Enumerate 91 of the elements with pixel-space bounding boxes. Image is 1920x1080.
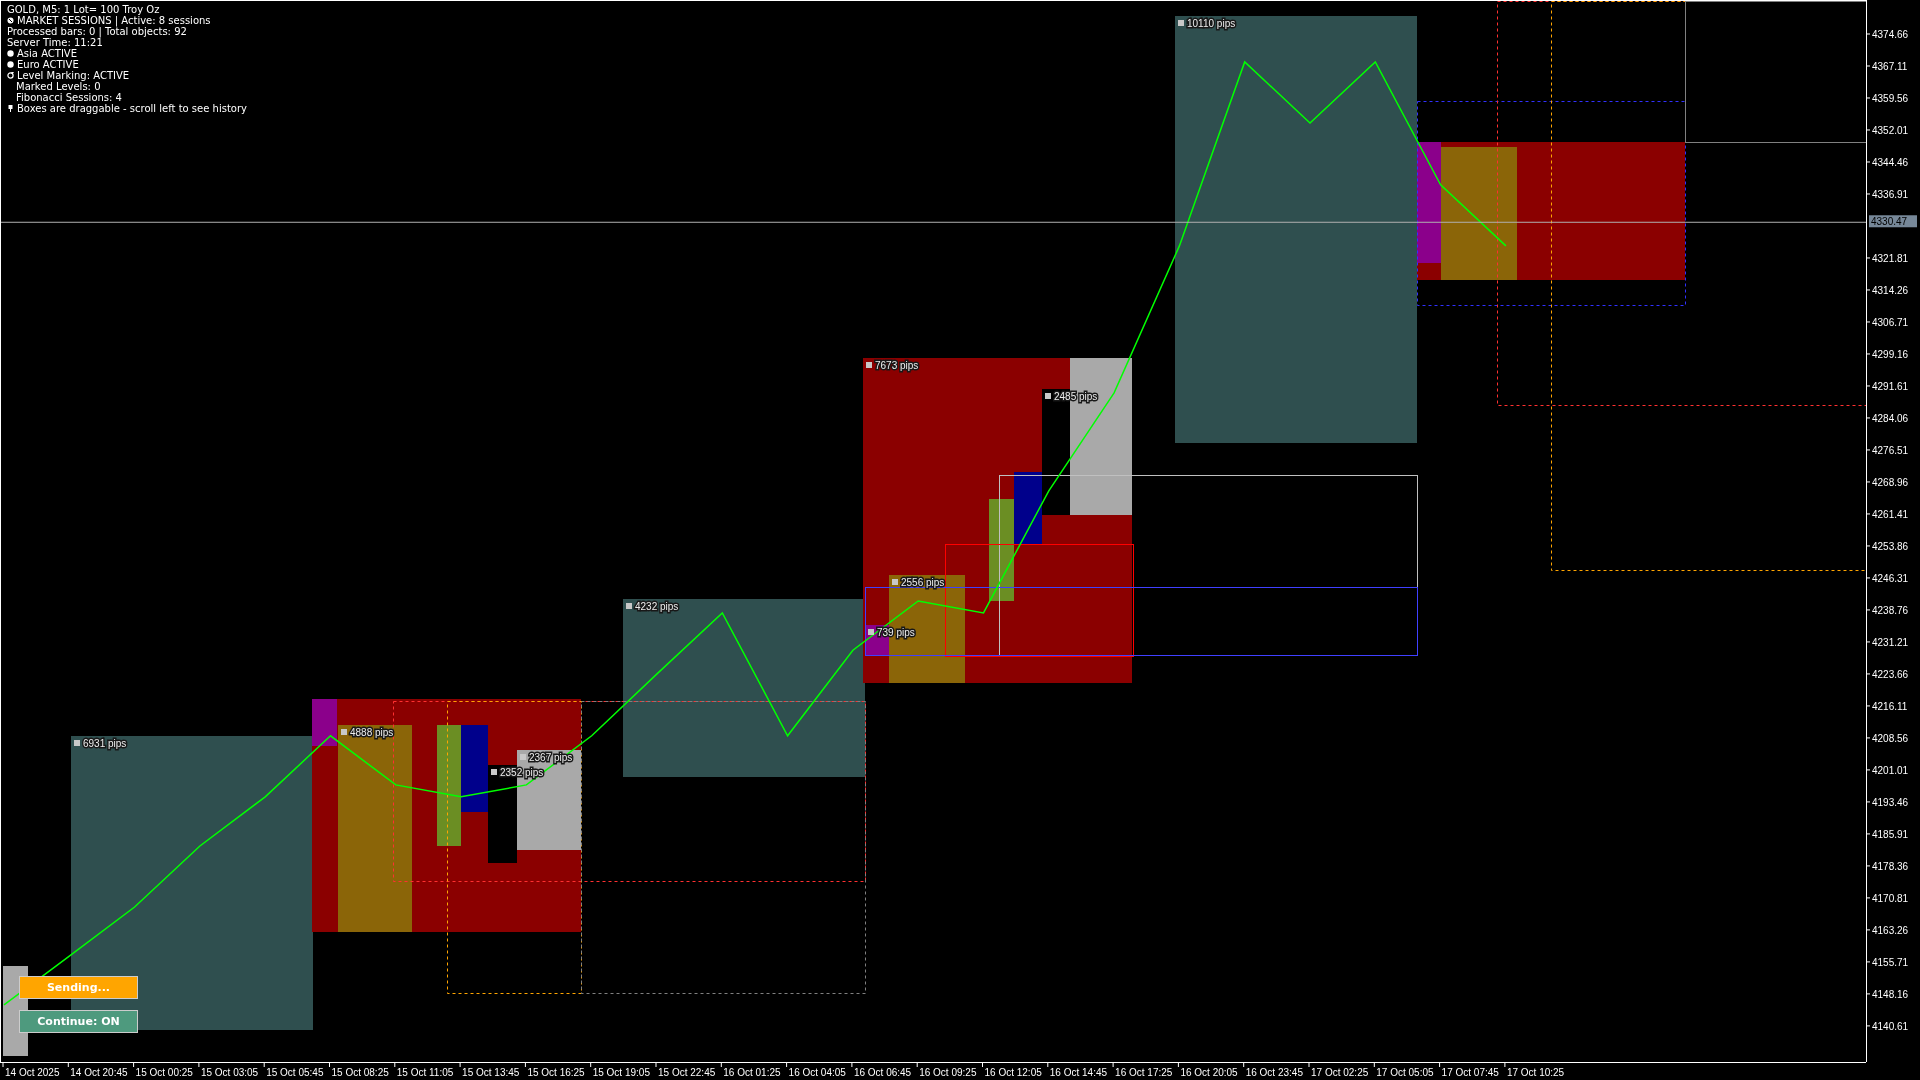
target-icon xyxy=(7,72,14,79)
x-tick-label: 16 Oct 20:05 xyxy=(1180,1067,1238,1078)
y-tick-label: 4268.96 xyxy=(1872,476,1909,488)
pips-label: 7673 pips xyxy=(875,360,919,371)
x-tick-label: 15 Oct 22:45 xyxy=(658,1067,716,1078)
x-tick-label: 15 Oct 05:45 xyxy=(266,1067,324,1078)
y-tick-label: 4321.81 xyxy=(1872,252,1909,264)
x-tick-label: 16 Oct 04:05 xyxy=(788,1067,846,1078)
session-icon xyxy=(7,17,14,24)
y-tick-label: 4208.56 xyxy=(1872,732,1909,744)
handle-icon[interactable] xyxy=(1045,393,1051,399)
y-tick-label: 4291.61 xyxy=(1872,380,1909,392)
handle-icon[interactable] xyxy=(520,754,526,760)
info-text: Asia ACTIVE xyxy=(17,48,77,59)
pips-label: 4888 pips xyxy=(350,727,394,738)
info-text: Boxes are draggable - scroll left to see history xyxy=(17,103,247,114)
y-tick-label: 4246.31 xyxy=(1872,572,1909,584)
handle-icon[interactable] xyxy=(626,603,632,609)
handle-icon[interactable] xyxy=(491,769,497,775)
y-tick-label: 4163.26 xyxy=(1872,924,1909,936)
y-tick-label: 4185.91 xyxy=(1872,828,1909,840)
pin-icon xyxy=(7,105,14,112)
x-tick-label: 15 Oct 03:05 xyxy=(200,1067,259,1078)
pips-label: 6931 pips xyxy=(83,738,127,749)
info-text: Euro ACTIVE xyxy=(17,59,79,70)
x-tick-label: 16 Oct 12:05 xyxy=(984,1067,1042,1078)
y-tick-label: 4238.76 xyxy=(1872,604,1909,616)
handle-icon[interactable] xyxy=(868,629,874,635)
x-tick-label: 17 Oct 07:45 xyxy=(1441,1067,1499,1078)
y-tick-label: 4352.01 xyxy=(1872,125,1909,136)
x-tick-label: 15 Oct 19:05 xyxy=(592,1067,650,1078)
y-tick-label: 4223.66 xyxy=(1872,668,1909,680)
info-text: MARKET SESSIONS | Active: 8 sessions xyxy=(17,15,211,26)
y-tick-label: 4178.36 xyxy=(1872,860,1909,872)
x-tick-label: 15 Oct 16:25 xyxy=(527,1067,585,1078)
x-tick-label: 16 Oct 17:25 xyxy=(1115,1067,1173,1078)
y-tick-label: 4336.91 xyxy=(1872,188,1909,200)
bullet-icon xyxy=(7,50,14,57)
x-tick-label: 17 Oct 10:25 xyxy=(1506,1067,1565,1078)
y-tick-label: 4306.71 xyxy=(1872,316,1909,328)
y-tick-label: 4253.86 xyxy=(1872,540,1909,552)
session-box[interactable] xyxy=(1014,472,1042,545)
x-tick-label: 15 Oct 11:05 xyxy=(396,1067,454,1078)
x-tick-label: 15 Oct 08:25 xyxy=(331,1067,389,1078)
info-text: Level Marking: ACTIVE xyxy=(17,70,130,81)
info-text: Fibonacci Sessions: 4 xyxy=(16,92,122,103)
x-tick-label: 16 Oct 01:25 xyxy=(723,1067,781,1078)
current-price-label: 4330.47 xyxy=(1869,215,1917,228)
x-tick-label: 15 Oct 13:45 xyxy=(462,1067,520,1078)
y-tick-label: 4170.81 xyxy=(1872,892,1909,904)
y-tick-label: 4359.56 xyxy=(1872,93,1909,104)
bullet-icon xyxy=(7,61,14,68)
x-tick-label: 16 Oct 09:25 xyxy=(919,1067,977,1078)
y-tick-label: 4284.06 xyxy=(1872,412,1909,424)
ref-line-label: 4330.47 xyxy=(1871,216,1908,228)
handle-icon[interactable] xyxy=(1178,20,1184,26)
info-text: GOLD, M5: 1 Lot= 100 Troy Oz xyxy=(7,4,160,15)
status-button[interactable]: Sending... xyxy=(19,976,138,999)
y-tick-label: 4261.41 xyxy=(1872,508,1909,520)
y-tick-label: 4367.11 xyxy=(1872,61,1908,72)
y-tick-label: 4155.71 xyxy=(1872,956,1909,968)
info-text: Marked Levels: 0 xyxy=(16,81,101,92)
x-tick-label: 15 Oct 00:25 xyxy=(135,1067,193,1078)
y-tick-label: 4201.01 xyxy=(1872,764,1909,776)
info-text: Processed bars: 0 | Total objects: 92 xyxy=(7,26,187,37)
pips-label: 4232 pips xyxy=(635,601,679,612)
y-tick-label: 4299.16 xyxy=(1872,348,1909,360)
y-tick-label: 4148.16 xyxy=(1872,988,1909,1000)
y-tick-label: 4193.46 xyxy=(1872,796,1909,808)
y-tick-label: 4314.26 xyxy=(1872,284,1909,296)
y-tick-label: 4344.46 xyxy=(1872,157,1909,168)
y-tick-label: 4276.51 xyxy=(1872,444,1909,456)
x-tick-label: 17 Oct 02:25 xyxy=(1311,1067,1369,1078)
x-tick-label: 17 Oct 05:05 xyxy=(1376,1067,1434,1078)
y-tick-label: 4231.21 xyxy=(1872,636,1909,648)
toggle-button[interactable]: Continue: ON xyxy=(19,1010,138,1033)
y-tick-label: 4374.66 xyxy=(1872,29,1909,40)
handle-icon[interactable] xyxy=(892,579,898,585)
y-tick-label: 4216.11 xyxy=(1872,700,1908,712)
y-tick-label: 4140.61 xyxy=(1872,1020,1909,1032)
x-tick-label: 16 Oct 23:45 xyxy=(1245,1067,1303,1078)
handle-icon[interactable] xyxy=(341,729,347,735)
info-text: Server Time: 11:21 xyxy=(7,37,103,48)
x-tick-label: 14 Oct 2025 xyxy=(5,1067,60,1078)
x-tick-label: 16 Oct 06:45 xyxy=(853,1067,912,1078)
pips-label: 10110 pips xyxy=(1187,18,1236,29)
x-tick-label: 16 Oct 14:45 xyxy=(1049,1067,1108,1078)
handle-icon[interactable] xyxy=(74,740,80,746)
handle-icon[interactable] xyxy=(866,362,872,368)
x-tick-label: 14 Oct 20:45 xyxy=(70,1067,128,1078)
pips-label: 2556 pips xyxy=(901,577,945,588)
